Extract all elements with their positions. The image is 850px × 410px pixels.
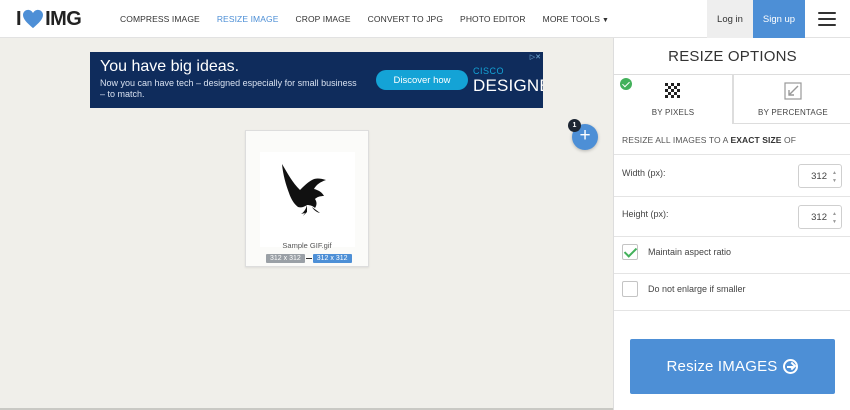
description-suffix: OF xyxy=(783,135,796,145)
size-indicator: 312 x 312 312 x 312 xyxy=(266,253,352,264)
image-card[interactable]: Sample GIF.gif 312 x 312 312 x 312 xyxy=(245,130,369,267)
ad-banner[interactable]: You have big ideas. Now you can have tec… xyxy=(90,52,543,108)
resize-button-label: Resize IMAGES xyxy=(666,358,778,375)
main-nav: COMPRESS IMAGE RESIZE IMAGE CROP IMAGE C… xyxy=(120,0,626,38)
width-input[interactable]: 312 ▲ ▼ xyxy=(798,164,842,188)
top-header: I IMG COMPRESS IMAGE RESIZE IMAGE CROP I… xyxy=(0,0,850,38)
no-enlarge-checkbox[interactable] xyxy=(622,281,638,297)
hamburger-icon[interactable] xyxy=(818,12,836,26)
width-value: 312 xyxy=(811,171,827,182)
file-count-badge: 1 xyxy=(568,119,581,132)
height-row: Height (px): 312 ▲ ▼ xyxy=(614,196,850,236)
plus-icon: + xyxy=(579,125,591,146)
height-label: Height (px): xyxy=(622,209,669,219)
tab-by-pixels-label: BY PIXELS xyxy=(651,108,695,117)
resize-description: RESIZE ALL IMAGES TO A EXACT SIZE OF xyxy=(622,135,796,145)
ilovimg-logo[interactable]: I IMG xyxy=(16,7,82,30)
arrow-right-icon xyxy=(305,258,312,259)
selected-check-icon xyxy=(620,78,632,90)
resize-options-panel: RESIZE OPTIONS BY PIXELS BY PERCENTAGE R… xyxy=(613,38,850,410)
caret-down-icon: ▼ xyxy=(602,17,610,24)
increment-icon[interactable]: ▲ xyxy=(832,211,837,217)
description-bold: EXACT SIZE xyxy=(730,135,782,145)
nav-crop-image[interactable]: CROP IMAGE xyxy=(295,14,350,24)
width-label: Width (px): xyxy=(622,168,666,178)
nav-convert-to-jpg[interactable]: CONVERT TO JPG xyxy=(368,14,443,24)
signup-button[interactable]: Sign up xyxy=(753,0,805,38)
heart-icon xyxy=(23,9,44,29)
height-input[interactable]: 312 ▲ ▼ xyxy=(798,205,842,229)
panel-title: RESIZE OPTIONS xyxy=(668,48,797,65)
description-prefix: RESIZE ALL IMAGES TO A xyxy=(622,135,728,145)
no-enlarge-row: Do not enlarge if smaller xyxy=(614,273,850,310)
ad-brand-bottom: DESIGNED xyxy=(473,76,543,95)
divider xyxy=(614,310,850,311)
no-enlarge-label[interactable]: Do not enlarge if smaller xyxy=(648,284,746,294)
pixels-icon xyxy=(665,83,681,99)
resize-images-button[interactable]: Resize IMAGES xyxy=(630,339,835,394)
original-size-badge: 312 x 312 xyxy=(266,254,305,263)
nav-compress-image[interactable]: COMPRESS IMAGE xyxy=(120,14,200,24)
login-button[interactable]: Log in xyxy=(707,0,753,38)
arrow-right-circle-icon xyxy=(783,359,799,374)
nav-photo-editor[interactable]: PHOTO EDITOR xyxy=(460,14,526,24)
width-row: Width (px): 312 ▲ ▼ xyxy=(614,154,850,196)
eagle-silhouette-icon xyxy=(282,164,326,216)
decrement-icon[interactable]: ▼ xyxy=(832,219,837,225)
ad-cta-button[interactable]: Discover how xyxy=(376,70,468,90)
new-size-badge: 312 x 312 xyxy=(312,254,352,263)
file-name: Sample GIF.gif xyxy=(282,241,332,250)
percentage-resize-icon xyxy=(784,82,802,100)
ad-brand-top: CISCO xyxy=(473,66,505,76)
logo-text-left: I xyxy=(16,7,22,30)
decrement-icon[interactable]: ▼ xyxy=(832,178,837,184)
maintain-aspect-label[interactable]: Maintain aspect ratio xyxy=(648,247,731,257)
nav-more-tools[interactable]: MORE TOOLS ▼ xyxy=(543,14,609,24)
ad-choices-icon[interactable]: ▷✕ xyxy=(530,53,541,61)
ad-headline: You have big ideas. xyxy=(100,58,240,75)
height-value: 312 xyxy=(811,212,827,223)
logo-text-right: IMG xyxy=(45,7,82,30)
tab-by-percentage[interactable]: BY PERCENTAGE xyxy=(733,74,850,124)
image-thumbnail xyxy=(260,152,355,247)
nav-more-tools-label: MORE TOOLS xyxy=(542,14,601,24)
increment-icon[interactable]: ▲ xyxy=(832,170,837,176)
nav-resize-image[interactable]: RESIZE IMAGE xyxy=(217,14,279,24)
maintain-aspect-checkbox[interactable] xyxy=(622,244,638,260)
maintain-aspect-row: Maintain aspect ratio xyxy=(614,236,850,273)
tab-by-pixels[interactable]: BY PIXELS xyxy=(614,74,733,124)
ad-subtext: Now you can have tech – designed especia… xyxy=(100,78,357,99)
tab-by-percentage-label: BY PERCENTAGE xyxy=(758,108,828,117)
